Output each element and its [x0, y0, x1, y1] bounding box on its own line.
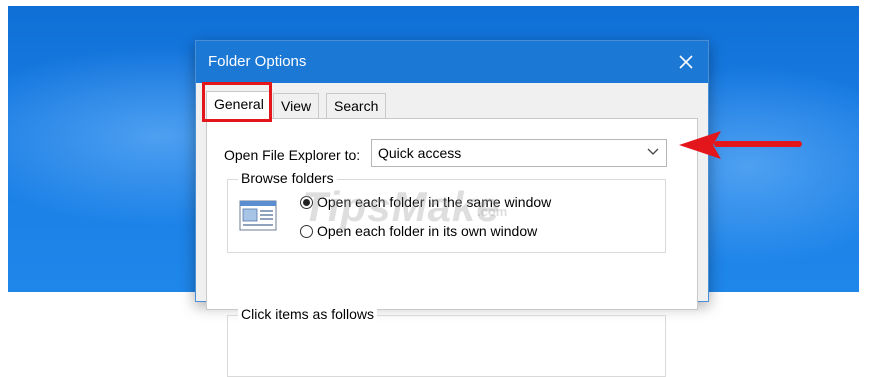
- click-items-group: Click items as follows: [227, 306, 666, 377]
- radio-own-window[interactable]: [300, 224, 313, 238]
- browse-same-window-option[interactable]: Open each folder in the same window: [300, 192, 551, 212]
- close-button[interactable]: [664, 41, 708, 83]
- tab-view[interactable]: View: [273, 93, 320, 118]
- title-bar[interactable]: Folder Options: [196, 41, 708, 83]
- open-explorer-label: Open File Explorer to:: [224, 147, 361, 163]
- pointer-arrow-icon: [679, 131, 802, 159]
- tab-search-label: Search: [334, 98, 379, 114]
- radio-same-window[interactable]: [300, 195, 313, 209]
- tab-view-label: View: [281, 98, 312, 114]
- browse-own-window-option[interactable]: Open each folder in its own window: [300, 221, 537, 241]
- browse-folders-icon: [239, 200, 277, 231]
- general-tab-highlight-box: [202, 82, 272, 122]
- open-explorer-dropdown[interactable]: Quick access: [371, 139, 667, 167]
- same-window-label: Open each folder in the same window: [317, 194, 552, 210]
- open-explorer-value: Quick access: [378, 145, 462, 161]
- tab-search[interactable]: Search: [326, 93, 387, 118]
- close-icon: [679, 55, 693, 69]
- browse-folders-group: Browse folders Open each folder in the s…: [227, 170, 666, 253]
- window-title: Folder Options: [208, 53, 307, 70]
- general-tab-panel: Open File Explorer to: Quick access Brow…: [206, 118, 698, 377]
- chevron-down-icon: [647, 148, 659, 155]
- own-window-label: Open each folder in its own window: [317, 223, 538, 239]
- click-items-title: Click items as follows: [238, 306, 378, 322]
- browse-folders-title: Browse folders: [238, 170, 337, 186]
- folder-options-dialog: Folder Options General View Search Open …: [195, 40, 709, 377]
